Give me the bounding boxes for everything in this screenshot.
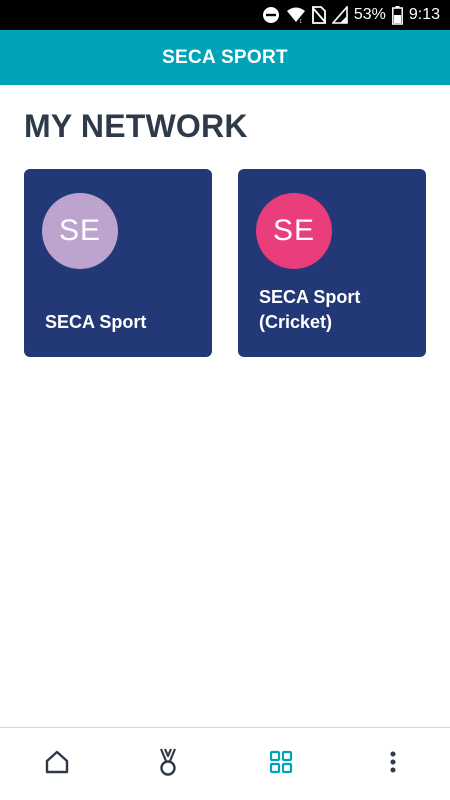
battery-percent: 53% [353, 6, 386, 23]
app-bar: SECA SPORT [0, 30, 450, 85]
bottom-navigation [0, 727, 450, 800]
network-card[interactable]: SE SECA Sport [24, 169, 212, 357]
clock: 9:13 [408, 6, 440, 23]
no-sim-icon [311, 6, 326, 24]
nav-network[interactable] [261, 746, 301, 782]
nav-more[interactable] [373, 746, 413, 782]
status-bar: ↕ 53% 9:13 [0, 0, 450, 30]
battery-icon [391, 5, 403, 25]
app-title: SECA SPORT [162, 46, 288, 68]
avatar: SE [256, 193, 332, 269]
svg-text:↕: ↕ [299, 18, 303, 24]
signal-icon [331, 6, 348, 24]
nav-achievements[interactable] [148, 746, 188, 782]
more-vertical-icon [389, 750, 397, 779]
network-card[interactable]: SE SECA Sport (Cricket) [238, 169, 426, 357]
medal-icon [157, 747, 179, 782]
avatar: SE [42, 193, 118, 269]
do-not-disturb-icon [262, 6, 280, 24]
network-name: SECA Sport [45, 312, 147, 332]
wifi-icon: ↕ [286, 6, 306, 24]
network-name: SECA Sport (Cricket) [259, 287, 361, 332]
grid-icon [269, 750, 293, 779]
nav-home[interactable] [37, 746, 77, 782]
home-icon [44, 749, 70, 780]
page-title: MY NETWORK [24, 108, 248, 144]
